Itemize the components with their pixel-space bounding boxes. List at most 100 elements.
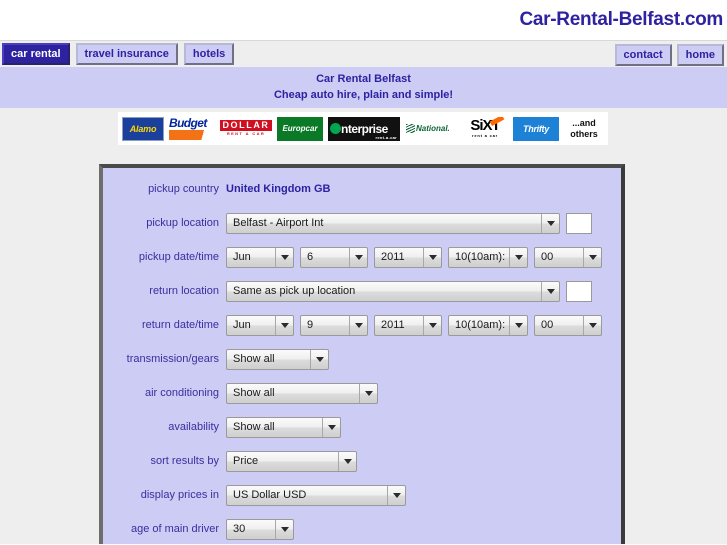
- dollar-logo-subtext: RENT A CAR: [226, 131, 266, 136]
- select-return-month[interactable]: Jun: [226, 314, 294, 336]
- label-sort-results: sort results by: [150, 455, 219, 467]
- chevron-down-icon[interactable]: [387, 485, 405, 505]
- dollar-logo-text: DOLLAR: [220, 120, 272, 131]
- row-availability: availability Show all: [103, 414, 621, 440]
- select-pickup-minute-value: 00: [541, 251, 554, 263]
- controls-pickup-country: United Kingdom GB: [226, 183, 331, 195]
- row-pickup-location: pickup location Belfast - Airport Int: [103, 210, 621, 236]
- label-display-prices: display prices in: [140, 489, 219, 501]
- select-return-year-value: 2011: [381, 319, 405, 331]
- row-return-location: return location Same as pick up location: [103, 278, 621, 304]
- chevron-down-icon[interactable]: [509, 247, 527, 267]
- chevron-down-icon[interactable]: [275, 315, 293, 335]
- enterprise-logo-subtext: rent-a-car: [375, 134, 397, 140]
- budget-logo: Budget: [169, 116, 215, 141]
- controls-driver-age: 30: [226, 518, 294, 540]
- tagline-line-2: Cheap auto hire, plain and simple!: [273, 89, 454, 101]
- row-pickup-country: pickup country United Kingdom GB: [103, 176, 621, 202]
- label-pickup-location: pickup location: [146, 217, 219, 229]
- thrifty-logo-text: Thrifty: [523, 123, 549, 134]
- row-transmission: transmission/gears Show all: [103, 346, 621, 372]
- nav-left-group: car rental travel insurance hotels: [2, 43, 235, 65]
- main-navigation-bar: car rental travel insurance hotels conta…: [0, 40, 727, 67]
- chevron-down-icon[interactable]: [310, 349, 328, 369]
- and-others-line-1: ...and: [572, 117, 596, 128]
- chevron-down-icon[interactable]: [322, 417, 340, 437]
- label-return-datetime: return date/time: [141, 319, 219, 331]
- select-return-minute[interactable]: 00: [534, 314, 602, 336]
- controls-air-conditioning: Show all: [226, 382, 378, 404]
- controls-return-location: Same as pick up location: [226, 280, 592, 302]
- row-driver-age: age of main driver 30: [103, 516, 621, 542]
- select-pickup-day[interactable]: 6: [300, 246, 368, 268]
- nav-item-travel-insurance[interactable]: travel insurance: [75, 43, 178, 65]
- select-return-year[interactable]: 2011: [374, 314, 442, 336]
- chevron-down-icon[interactable]: [583, 315, 601, 335]
- select-availability[interactable]: Show all: [226, 416, 341, 438]
- chevron-down-icon[interactable]: [423, 315, 441, 335]
- label-pickup-datetime: pickup date/time: [138, 251, 219, 263]
- input-pickup-location-extra[interactable]: [566, 212, 592, 234]
- car-rental-search-form: pickup country United Kingdom GB pickup …: [99, 164, 625, 544]
- chevron-down-icon[interactable]: [275, 247, 293, 267]
- select-return-hour[interactable]: 10(10am):: [448, 314, 528, 336]
- budget-logo-swash: [169, 129, 215, 140]
- select-air-conditioning-value: Show all: [233, 387, 275, 399]
- chevron-down-icon[interactable]: [349, 247, 367, 267]
- chevron-down-icon[interactable]: [541, 281, 559, 301]
- chevron-down-icon[interactable]: [423, 247, 441, 267]
- select-pickup-day-value: 6: [307, 251, 314, 263]
- controls-pickup-datetime: Jun 6 2011 10(10am): 00: [226, 246, 602, 268]
- site-header: Car-Rental-Belfast.com: [0, 0, 727, 40]
- chevron-down-icon[interactable]: [541, 213, 559, 233]
- chevron-down-icon[interactable]: [509, 315, 527, 335]
- select-pickup-year[interactable]: 2011: [374, 246, 442, 268]
- label-pickup-country: pickup country: [148, 183, 219, 195]
- chevron-down-icon[interactable]: [349, 315, 367, 335]
- label-driver-age: age of main driver: [130, 523, 219, 535]
- select-display-currency[interactable]: US Dollar USD: [226, 484, 406, 506]
- input-return-location-extra[interactable]: [566, 280, 592, 302]
- enterprise-logo: nterprise rent-a-car: [328, 116, 400, 141]
- chevron-down-icon[interactable]: [338, 451, 356, 471]
- select-return-minute-value: 00: [541, 319, 554, 331]
- nav-item-home[interactable]: home: [676, 44, 724, 66]
- select-air-conditioning[interactable]: Show all: [226, 382, 378, 404]
- select-pickup-hour[interactable]: 10(10am):: [448, 246, 528, 268]
- dollar-logo: DOLLAR RENT A CAR: [220, 116, 272, 141]
- row-return-datetime: return date/time Jun 9 2011 10(10am): 00: [103, 312, 621, 338]
- tagline-banner: Car Rental Belfast Cheap auto hire, plai…: [0, 67, 727, 108]
- select-transmission[interactable]: Show all: [226, 348, 329, 370]
- budget-logo-text: Budget: [169, 116, 207, 130]
- select-return-location[interactable]: Same as pick up location: [226, 280, 560, 302]
- nav-item-hotels[interactable]: hotels: [183, 43, 235, 65]
- enterprise-logo-dot-icon: [330, 122, 341, 134]
- select-pickup-location-value: Belfast - Airport Int: [233, 217, 324, 229]
- select-transmission-value: Show all: [233, 353, 275, 365]
- nav-right-group: contact home: [614, 44, 724, 66]
- chevron-down-icon[interactable]: [359, 383, 377, 403]
- select-pickup-month[interactable]: Jun: [226, 246, 294, 268]
- select-pickup-minute[interactable]: 00: [534, 246, 602, 268]
- enterprise-logo-text: nterprise: [341, 121, 388, 136]
- select-return-day[interactable]: 9: [300, 314, 368, 336]
- chevron-down-icon[interactable]: [583, 247, 601, 267]
- sixt-logo: SiXT rent a car: [462, 116, 508, 141]
- select-availability-value: Show all: [233, 421, 275, 433]
- sixt-logo-subtext: rent a car: [471, 133, 498, 138]
- controls-display-prices: US Dollar USD: [226, 484, 406, 506]
- chevron-down-icon[interactable]: [275, 519, 293, 539]
- controls-pickup-location: Belfast - Airport Int: [226, 212, 592, 234]
- national-logo-waves-icon: [406, 123, 415, 133]
- national-logo: National.: [405, 116, 457, 141]
- select-sort-results[interactable]: Price: [226, 450, 357, 472]
- label-availability: availability: [168, 421, 219, 433]
- select-driver-age[interactable]: 30: [226, 518, 294, 540]
- and-others-label: ...and others: [564, 116, 604, 141]
- select-pickup-year-value: 2011: [381, 251, 405, 263]
- nav-item-car-rental[interactable]: car rental: [2, 43, 70, 65]
- europcar-logo: Europcar: [277, 116, 323, 141]
- site-title: Car-Rental-Belfast.com: [519, 9, 723, 30]
- nav-item-contact[interactable]: contact: [614, 44, 672, 66]
- select-pickup-location[interactable]: Belfast - Airport Int: [226, 212, 560, 234]
